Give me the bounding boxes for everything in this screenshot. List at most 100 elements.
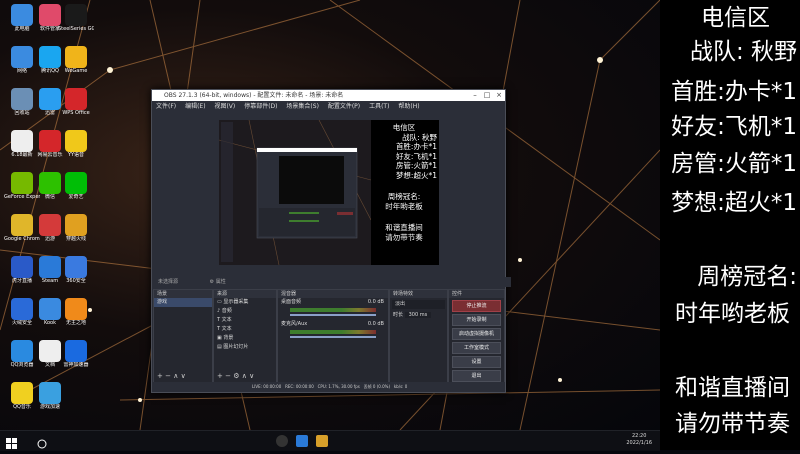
obs-preview[interactable]: 电信区 战队: 秋野 首胜:办卡*1 好友:飞机*1 房管:火箭*1 梦想:超火…	[219, 120, 439, 265]
source-item[interactable]: ▤ 图片幻灯片	[214, 343, 276, 352]
obs-titlebar[interactable]: OBS 27.1.3 (64-bit, windows) - 配置文件: 未命名…	[152, 90, 505, 101]
transition-select[interactable]: 淡出	[392, 300, 445, 309]
preview-line: 周榜冠名:	[387, 192, 421, 201]
app-icon	[65, 256, 87, 278]
start-recording-button[interactable]: 开始录制	[452, 314, 501, 326]
up-icon[interactable]: ∧	[242, 372, 247, 380]
remove-icon[interactable]: −	[165, 372, 171, 380]
desktop-icon-label: 游戏加速	[39, 404, 60, 410]
source-item[interactable]: ♪ 音频	[214, 307, 276, 316]
stream-overlay-panel: 电信区 战队: 秋野 首胜:办卡*1 好友:飞机*1 房管:火箭*1 梦想:超火…	[660, 0, 800, 450]
settings-button[interactable]: 设置	[452, 356, 501, 368]
minimize-icon[interactable]: –	[469, 90, 481, 101]
volume-slider[interactable]	[290, 314, 376, 316]
source-item[interactable]: T 文本	[214, 325, 276, 334]
exit-button[interactable]: 退出	[452, 370, 501, 382]
app-icon	[65, 214, 87, 236]
menu-help[interactable]: 帮助(H)	[398, 103, 419, 110]
search-icon[interactable]	[36, 435, 48, 449]
desktop-icon[interactable]: 无主之地	[58, 298, 94, 334]
no-source-label: 未选择源	[158, 279, 179, 285]
app-icon	[11, 214, 33, 236]
source-item[interactable]: ▭ 显示器采集	[214, 298, 276, 307]
desktop-icon[interactable]: 游戏加速	[32, 382, 68, 418]
folder-taskbar-icon[interactable]	[316, 435, 328, 447]
obs-source-toolbar: 未选择源 ⚙ 属性	[152, 277, 511, 287]
desktop-icon[interactable]: 爱奇艺	[58, 172, 94, 208]
cpu-status: CPU: 1.7%, 30.00 fps	[317, 384, 360, 389]
desktop-icon-label: SteelSeries GG	[58, 26, 94, 32]
menu-file[interactable]: 文件(F)	[156, 103, 176, 110]
source-item[interactable]: T 文本	[214, 316, 276, 325]
obs-title-text: OBS 27.1.3 (64-bit, windows) - 配置文件: 未命名…	[164, 92, 344, 99]
preview-line: 首胜:办卡*1	[395, 142, 437, 151]
obs-window[interactable]: OBS 27.1.3 (64-bit, windows) - 配置文件: 未命名…	[151, 89, 511, 393]
menu-scene-collection[interactable]: 场景集合(S)	[286, 103, 319, 110]
gear-icon[interactable]: ⚙	[210, 279, 214, 285]
scene-controls: + − ∧ ∨	[157, 372, 186, 380]
overlay-notice-1: 和谐直播间	[675, 375, 790, 401]
menu-docks[interactable]: 停靠部件(D)	[244, 103, 277, 110]
scene-item[interactable]: 游戏	[154, 298, 212, 307]
down-icon[interactable]: ∨	[181, 372, 186, 380]
up-icon[interactable]: ∧	[173, 372, 178, 380]
sources-dock: 来源 ▭ 显示器采集 ♪ 音频 T 文本 T 文本 ▣ 背景 ▤ 图片幻灯片 +…	[213, 289, 277, 383]
desktop-icon[interactable]: SteelSeries GG	[58, 4, 94, 40]
app-icon	[11, 46, 33, 68]
preview-line: 和谐直播间	[385, 223, 423, 232]
system-tray[interactable]: 22:20 2022/1/16	[626, 433, 652, 447]
down-icon[interactable]: ∨	[249, 372, 254, 380]
desktop-icon-label: WPS Office	[62, 110, 90, 116]
app-taskbar-icon[interactable]	[296, 435, 308, 447]
properties-button[interactable]: 属性	[216, 279, 226, 285]
mixer-channel: 桌面音频 0.0 dB	[281, 299, 384, 305]
menu-profile[interactable]: 配置文件(P)	[328, 103, 360, 110]
overlay-team: 战队: 秋野	[689, 39, 797, 65]
source-controls: + − ⚙ ∧ ∨	[217, 372, 254, 380]
stop-streaming-button[interactable]: 停止推流	[452, 300, 501, 312]
overlay-weekly-title: 周榜冠名:	[697, 264, 797, 290]
scenes-header: 场景	[154, 290, 212, 298]
maximize-icon[interactable]: □	[481, 90, 493, 101]
studio-mode-button[interactable]: 工作室模式	[452, 342, 501, 354]
transitions-header: 转场特效	[390, 290, 447, 298]
add-icon[interactable]: +	[157, 372, 163, 380]
preview-line: 请勿带节奏	[385, 232, 423, 242]
add-icon[interactable]: +	[217, 372, 223, 380]
mixer-dock: 混音器 桌面音频 0.0 dB 麦克风/Aux 0.0 dB	[277, 289, 389, 383]
transitions-dock: 转场特效 淡出 时长 300 ms	[389, 289, 448, 383]
menu-edit[interactable]: 编辑(E)	[185, 103, 205, 110]
bitrate: kb/s: 0	[393, 384, 408, 389]
desktop-icon-label: WeGame	[64, 68, 88, 74]
gear-icon[interactable]: ⚙	[233, 372, 239, 380]
menu-tools[interactable]: 工具(T)	[369, 103, 389, 110]
duration-input[interactable]: 300 ms	[404, 312, 432, 318]
overlay-first-win: 首胜:办卡*1	[671, 79, 797, 105]
close-icon[interactable]: ×	[493, 90, 505, 101]
desktop-icon[interactable]: 雷神加速器	[58, 340, 94, 376]
app-icon	[65, 88, 87, 110]
volume-meter	[290, 330, 376, 334]
volume-slider[interactable]	[290, 336, 376, 338]
desktop-icon[interactable]: 360安全	[58, 256, 94, 292]
desktop-icon[interactable]: WPS Office	[58, 88, 94, 124]
obs-taskbar-icon[interactable]	[276, 435, 288, 447]
preview-line: 房管:火箭*1	[395, 161, 437, 170]
desktop-icon[interactable]: 穿越火线	[58, 214, 94, 250]
desktop-icon-label: 雷神加速器	[63, 362, 89, 368]
clock-date: 2022/1/16	[626, 440, 652, 446]
menu-view[interactable]: 视图(V)	[214, 103, 235, 110]
virtual-camera-button[interactable]: 启动虚拟摄像机	[452, 328, 501, 340]
preview-overlay-text: 电信区 战队: 秋野 首胜:办卡*1 好友:飞机*1 房管:火箭*1 梦想:超火…	[371, 123, 437, 242]
app-icon	[11, 4, 33, 26]
desktop-icon[interactable]: WeGame	[58, 46, 94, 82]
app-icon	[11, 298, 33, 320]
desktop-icon[interactable]: YY语音	[58, 130, 94, 166]
mixer-channel: 麦克风/Aux 0.0 dB	[281, 321, 384, 327]
windows-start-icon[interactable]	[6, 435, 18, 449]
preview-line: 电信区	[392, 123, 416, 132]
app-icon	[65, 172, 87, 194]
app-icon	[65, 340, 87, 362]
remove-icon[interactable]: −	[225, 372, 231, 380]
source-item[interactable]: ▣ 背景	[214, 334, 276, 343]
